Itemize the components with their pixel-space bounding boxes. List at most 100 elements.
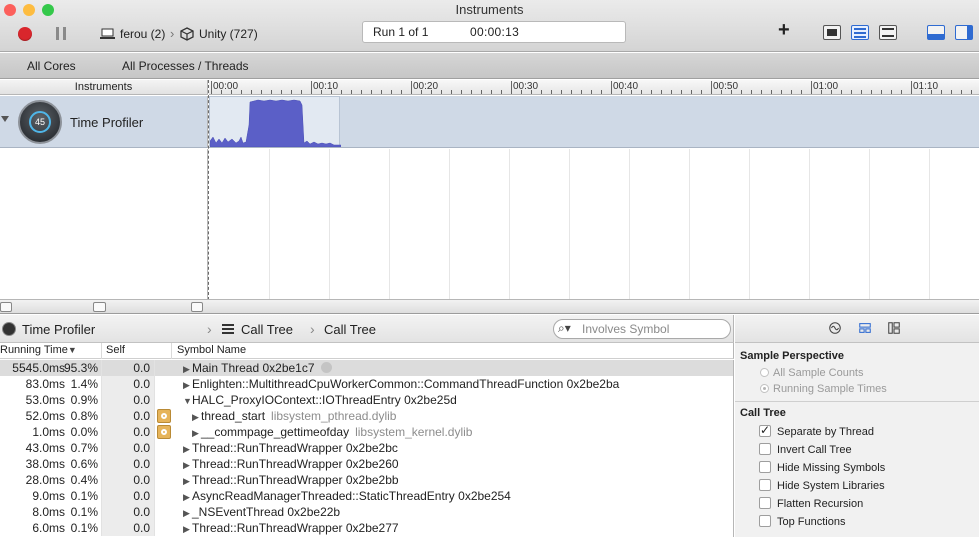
checkbox[interactable] — [759, 515, 771, 527]
self-cell: 0.0 — [133, 521, 150, 535]
extended-detail-icon[interactable] — [886, 321, 902, 335]
library-name: libsystem_pthread.dylib — [271, 409, 397, 423]
symbol-name: AsyncReadManagerThreaded::StaticThreadEn… — [192, 489, 511, 503]
call-tree-row[interactable]: 9.0ms 0.1% 0.0 ▶ AsyncReadManagerThreaded::S… — [0, 488, 733, 504]
disclosure-expanded-icon[interactable]: ▼ — [183, 396, 192, 406]
self-cell: 0.0 — [133, 473, 150, 487]
system-library-gear-icon — [157, 409, 171, 423]
call-tree-option[interactable]: Flatten Recursion — [759, 497, 863, 510]
disclosure-collapsed-icon[interactable]: ▶ — [192, 412, 201, 423]
running-time-cell: 5545.0ms — [12, 361, 65, 375]
radio-button[interactable] — [760, 384, 769, 393]
call-tree-row[interactable]: 1.0ms 0.0% 0.0 ▶ __commpage_gettimeofday libs… — [0, 424, 733, 440]
call-tree-option[interactable]: Invert Call Tree — [759, 443, 852, 456]
toggle-bottom-pane-button[interactable] — [927, 25, 945, 40]
all-processes-filter[interactable]: All Processes / Threads — [122, 59, 249, 73]
ruler-minor-tick — [551, 90, 552, 94]
ruler-minor-tick — [361, 90, 362, 94]
add-instrument-button[interactable]: + — [778, 20, 790, 40]
disclosure-triangle-icon[interactable] — [1, 116, 9, 122]
ruler-minor-tick — [481, 90, 482, 94]
cpu-usage-graph — [210, 99, 341, 147]
call-tree-row[interactable]: 8.0ms 0.1% 0.0 ▶ _NSEventThread 0x2be22b — [0, 504, 733, 520]
call-tree-option[interactable]: Top Functions — [759, 515, 845, 528]
sample-perspective-option[interactable]: All Sample Counts — [760, 367, 864, 379]
disclosure-collapsed-icon[interactable]: ▶ — [183, 444, 192, 455]
call-tree-option[interactable]: Hide Missing Symbols — [759, 461, 885, 474]
gauge-value: 45 — [29, 111, 51, 133]
device-selector[interactable]: ferou (2) › Unity (727) — [100, 26, 260, 42]
call-tree-row[interactable]: 5545.0ms 95.3% 0.0 ▶ Main Thread 0x2be1c7 — [0, 360, 733, 376]
track-zoom-slider[interactable] — [93, 302, 106, 312]
call-tree-row[interactable]: 52.0ms 0.8% 0.0 ▶ thread_start libsystem_pthr… — [0, 408, 733, 424]
record-settings-icon[interactable] — [827, 321, 843, 335]
call-tree-row[interactable]: 43.0ms 0.7% 0.0 ▶ Thread::RunThreadWrapper 0… — [0, 440, 733, 456]
symbol-name-cell: ▶ Thread::RunThreadWrapper 0x2be2bb — [183, 473, 399, 487]
checkbox[interactable] — [759, 461, 771, 473]
call-tree-row[interactable]: 83.0ms 1.4% 0.0 ▶ Enlighten::MultithreadCpuW… — [0, 376, 733, 392]
timeline-empty-area[interactable] — [209, 149, 979, 299]
ruler-minor-tick — [281, 90, 282, 94]
disclosure-collapsed-icon[interactable]: ▶ — [183, 380, 192, 391]
pause-button[interactable] — [56, 27, 67, 40]
call-tree-row[interactable]: 28.0ms 0.4% 0.0 ▶ Thread::RunThreadWrapper 0… — [0, 472, 733, 488]
ruler-minor-tick — [681, 90, 682, 94]
instrument-track-header[interactable]: 45 Time Profiler — [0, 96, 208, 148]
running-time-cell: 6.0ms — [32, 521, 65, 535]
track-height-button[interactable] — [191, 302, 203, 312]
percentage-cell: 0.9% — [70, 393, 98, 407]
disclosure-collapsed-icon[interactable]: ▶ — [183, 476, 192, 487]
running-time-cell: 52.0ms — [25, 409, 65, 423]
grid-line — [569, 149, 570, 299]
jump-bar-call-tree[interactable]: Call Tree — [241, 322, 293, 337]
self-column[interactable]: Self — [106, 344, 125, 356]
view-list-button[interactable] — [851, 25, 869, 40]
running-time-cell: 43.0ms — [25, 441, 65, 455]
all-cores-filter[interactable]: All Cores — [27, 59, 76, 73]
ruler-minor-tick — [871, 90, 872, 94]
record-button[interactable] — [18, 27, 32, 41]
ruler-minor-tick — [881, 90, 882, 94]
radio-button[interactable] — [760, 368, 769, 377]
search-icon[interactable]: ⌕▾ — [558, 321, 571, 336]
jump-bar-instrument[interactable]: Time Profiler — [22, 322, 95, 337]
disclosure-collapsed-icon[interactable]: ▶ — [183, 508, 192, 519]
disclosure-collapsed-icon[interactable]: ▶ — [183, 460, 192, 471]
go-to-source-arrow-icon[interactable] — [320, 362, 332, 373]
checkbox[interactable] — [759, 479, 771, 491]
checkbox[interactable] — [759, 423, 771, 437]
sample-perspective-option[interactable]: Running Sample Times — [760, 383, 887, 395]
display-settings-icon[interactable] — [857, 321, 873, 335]
call-tree-option[interactable]: Separate by Thread — [759, 423, 874, 438]
disclosure-collapsed-icon[interactable]: ▶ — [183, 364, 192, 375]
call-tree-row[interactable]: 38.0ms 0.6% 0.0 ▶ Thread::RunThreadWrapper 0… — [0, 456, 733, 472]
call-tree-row[interactable]: 6.0ms 0.1% 0.0 ▶ Thread::RunThreadWrapper 0x… — [0, 520, 733, 536]
percentage-cell: 0.4% — [70, 473, 98, 487]
checkbox[interactable] — [759, 497, 771, 509]
disclosure-collapsed-icon[interactable]: ▶ — [183, 524, 192, 535]
run-time: 00:00:13 — [470, 25, 520, 39]
checkbox[interactable] — [759, 443, 771, 455]
time-ruler[interactable]: 00:00 00:10 00:20 00:30 00:40 00:50 01:00 01:10 — [209, 80, 979, 95]
call-tree-row[interactable]: 53.0ms 0.9% 0.0 ▼HALC_ProxyIOContext::IOThr… — [0, 392, 733, 408]
track-graph[interactable] — [209, 96, 979, 148]
view-extended-detail-button[interactable] — [823, 25, 841, 40]
ruler-major-tick — [511, 81, 512, 94]
toggle-right-pane-button[interactable] — [955, 25, 973, 40]
disclosure-collapsed-icon[interactable]: ▶ — [183, 492, 192, 503]
ruler-minor-tick — [691, 90, 692, 94]
call-tree-options-title: Call Tree — [740, 407, 786, 419]
playhead[interactable] — [208, 80, 209, 300]
ruler-minor-tick — [501, 90, 502, 94]
involves-symbol-search-input[interactable] — [553, 319, 731, 339]
jump-bar-call-tree-current[interactable]: Call Tree — [324, 322, 376, 337]
ruler-minor-tick — [371, 90, 372, 94]
view-table-button[interactable] — [879, 25, 897, 40]
graph-style-button[interactable] — [0, 302, 12, 312]
running-time-column[interactable]: Running Time▼ — [0, 344, 77, 356]
call-tree-option[interactable]: Hide System Libraries — [759, 479, 885, 492]
symbol-name-column[interactable]: Symbol Name — [177, 344, 246, 356]
disclosure-collapsed-icon[interactable]: ▶ — [192, 428, 201, 439]
ruler-minor-tick — [301, 90, 302, 94]
run-status-box[interactable]: Run 1 of 1 00:00:13 — [362, 21, 626, 43]
